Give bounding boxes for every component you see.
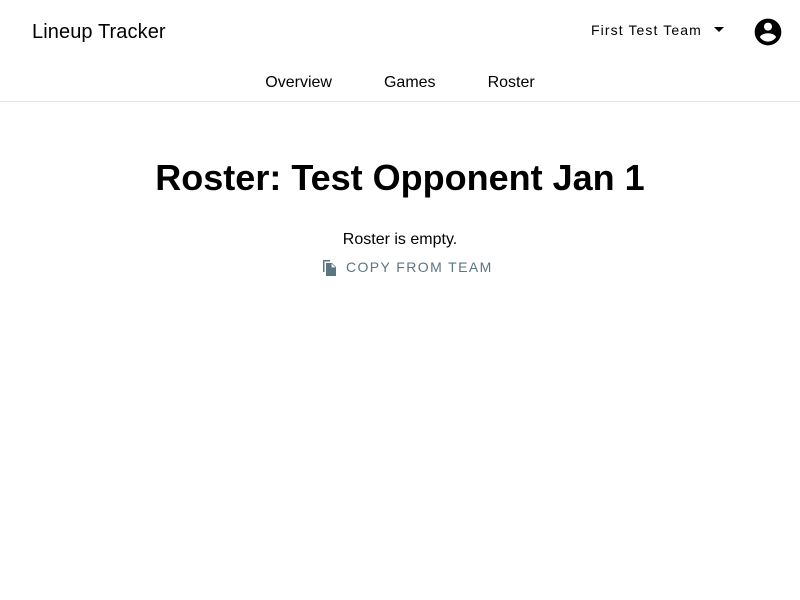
account-circle-icon [754, 18, 782, 46]
team-select-value: First Test Team [591, 22, 702, 38]
caret-down-icon [713, 25, 724, 35]
copy-from-team-label: COPY FROM TEAM [346, 259, 493, 275]
main-content: Roster: Test Opponent Jan 1 Roster is em… [0, 102, 800, 600]
team-select-dropdown[interactable]: First Test Team [578, 14, 736, 46]
tab-roster[interactable]: Roster [462, 64, 561, 102]
copy-from-team-button[interactable]: COPY FROM TEAM [312, 252, 501, 282]
tab-games[interactable]: Games [358, 64, 462, 102]
nav-tabs: Overview Games Roster [0, 64, 800, 102]
app-title: Lineup Tracker [32, 21, 166, 43]
tab-overview[interactable]: Overview [239, 64, 358, 102]
app-header: Lineup Tracker First Test Team Overview … [0, 0, 800, 102]
page-title: Roster: Test Opponent Jan 1 [155, 157, 645, 198]
roster-empty-message: Roster is empty. [342, 231, 458, 248]
account-button[interactable] [750, 14, 786, 50]
file-copy-icon [320, 258, 338, 276]
